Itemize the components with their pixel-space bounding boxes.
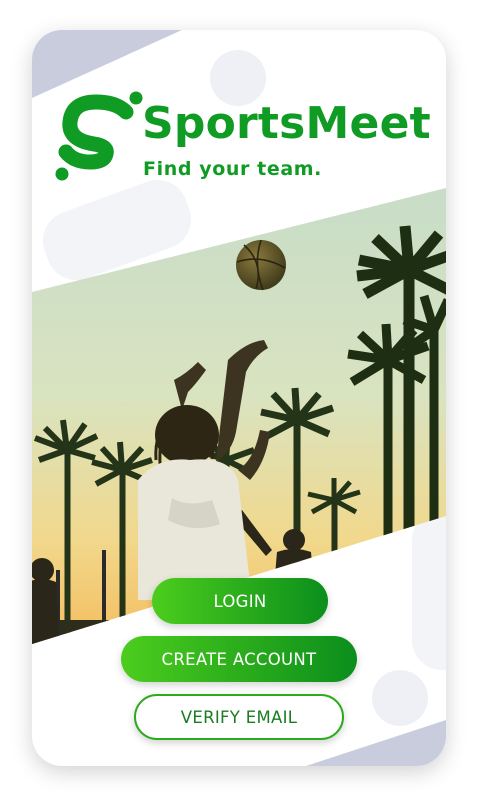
- brand-name-bold: Meet: [305, 98, 431, 149]
- verify-email-button[interactable]: VERIFY EMAIL: [134, 694, 344, 740]
- brand-name-light: Sports: [142, 98, 306, 149]
- login-button[interactable]: LOGIN: [152, 578, 328, 624]
- app-header: SportsMeet Find your team.: [50, 88, 440, 188]
- s-letter-logo-icon: [55, 91, 143, 181]
- app-tagline: Find your team.: [143, 158, 322, 180]
- app-title: SportsMeet: [142, 100, 431, 148]
- create-account-button[interactable]: CREATE ACCOUNT: [121, 636, 357, 682]
- phone-screen: SportsMeet Find your team. LOGIN CREATE …: [32, 30, 446, 766]
